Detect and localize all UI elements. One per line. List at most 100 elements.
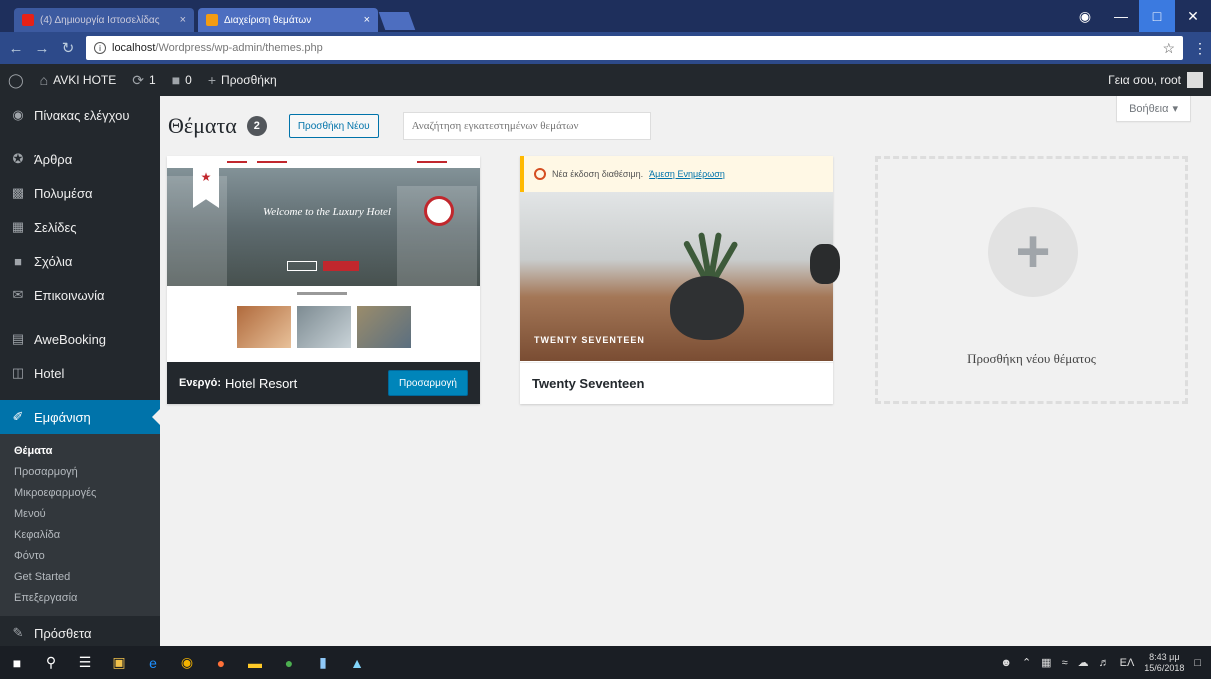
sidebar-item-label: Hotel (34, 365, 65, 381)
file-explorer-icon[interactable]: ▬ (238, 646, 272, 679)
wordpress-favicon-icon (206, 14, 218, 26)
sidebar-item-media[interactable]: ▩ Πολυμέσα (0, 176, 160, 210)
url-input[interactable]: i localhost/Wordpress/wp-admin/themes.ph… (86, 36, 1183, 60)
comments-link[interactable]: ■ 0 (164, 64, 200, 96)
close-icon[interactable]: × (364, 14, 370, 26)
main-content: Βοήθεια ▾ Θέματα 2 Προσθήκη Νέου Welcome… (160, 96, 1211, 646)
browser-tab-youtube[interactable]: (4) Δημιουργία Ιστοσελίδας × (14, 8, 194, 32)
submenu-item-background[interactable]: Φόντο (0, 545, 160, 566)
close-window-icon[interactable]: ✕ (1175, 0, 1211, 32)
language-indicator[interactable]: ΕΛ (1120, 657, 1135, 669)
submenu-item-customize[interactable]: Προσαρμογή (0, 461, 160, 482)
add-new-theme-card[interactable]: + Προσθήκη νέου θέματος (875, 156, 1188, 404)
wp-logo-button[interactable]: ◯ (0, 64, 32, 96)
tray-chevron-icon[interactable]: ⌃ (1022, 656, 1031, 669)
url-host: localhost (112, 42, 156, 54)
windows-start-icon[interactable]: ■ (0, 646, 34, 679)
network-icon[interactable]: ▦ (1041, 656, 1051, 669)
submenu-item-header[interactable]: Κεφαλίδα (0, 524, 160, 545)
hotel-resort-hero-image: Welcome to the Luxury Hotel (167, 156, 480, 286)
volume-icon[interactable]: ♬ (1099, 657, 1110, 669)
sidebar-item-plugins[interactable]: ✎ Πρόσθετα (0, 616, 160, 650)
screenshot-site-title: TWENTY SEVENTEEN (534, 335, 645, 345)
maximize-icon[interactable]: □ (1139, 0, 1175, 32)
forward-arrow-icon[interactable]: → (34, 40, 50, 57)
new-content-link[interactable]: + Προσθήκη (200, 64, 285, 96)
submenu-item-editor[interactable]: Επεξεργασία (0, 587, 160, 608)
update-notice: Νέα έκδοση διαθέσιμη. Άμεση Ενημέρωση (520, 156, 833, 192)
appearance-icon: ✐ (12, 409, 24, 424)
clock-date: 15/6/2018 (1144, 662, 1185, 673)
document-icon[interactable]: ▮ (306, 646, 340, 679)
app-blue-icon[interactable]: ▲ (340, 646, 374, 679)
theme-card-active[interactable]: Welcome to the Luxury Hotel Ενεργό: Hote… (167, 156, 480, 404)
back-arrow-icon[interactable]: ← (8, 40, 24, 57)
site-name-link[interactable]: ⌂ AVKI HOTE (32, 64, 125, 96)
sidebar-item-comments[interactable]: ■ Σχόλια (0, 244, 160, 278)
comment-bubble-icon: ■ (171, 72, 181, 88)
sidebar-item-contact[interactable]: ✉ Επικοινωνία (0, 278, 160, 312)
twenty-seventeen-screenshot[interactable]: TWENTY SEVENTEEN (520, 192, 840, 361)
new-tab-button[interactable] (378, 12, 416, 30)
store-icon[interactable]: ▣ (102, 646, 136, 679)
submenu-item-themes[interactable]: Θέματα (0, 440, 160, 461)
wordpress-logo-icon: ◯ (8, 71, 24, 88)
reload-icon[interactable]: ↻ (60, 39, 76, 57)
preview-menu-mark (257, 161, 287, 163)
sidebar-item-hotel[interactable]: ◫ Hotel (0, 356, 160, 390)
app-green-icon[interactable]: ● (272, 646, 306, 679)
customize-button[interactable]: Προσαρμογή (388, 370, 468, 396)
submenu-item-menus[interactable]: Μενού (0, 503, 160, 524)
search-themes-input[interactable] (402, 112, 651, 140)
sidebar-item-dashboard[interactable]: ◉ Πίνακας ελέγχου (0, 98, 160, 132)
sidebar-item-appearance[interactable]: ✐ Εμφάνιση (0, 400, 160, 434)
sidebar-item-awebooking[interactable]: ▤ AweBooking (0, 322, 160, 356)
onedrive-icon[interactable]: ☁ (1078, 656, 1089, 669)
browser-tab-themes[interactable]: Διαχείριση θεμάτων × (198, 8, 378, 32)
calendar-icon: ▤ (11, 331, 25, 346)
submenu-item-get-started[interactable]: Get Started (0, 566, 160, 587)
task-view-icon[interactable]: ☰ (68, 646, 102, 679)
close-icon[interactable]: × (180, 14, 186, 26)
updates-link[interactable]: ⟳ 1 (124, 64, 163, 96)
greeting-text: Γεια σου, root (1108, 73, 1181, 87)
minimize-icon[interactable]: — (1103, 0, 1139, 32)
clock[interactable]: 8:43 μμ 15/6/2018 (1144, 652, 1184, 674)
hero-red-button (323, 261, 359, 271)
search-icon[interactable]: ⚲ (34, 646, 68, 679)
my-account-link[interactable]: Γεια σου, root (1108, 72, 1211, 88)
active-theme-name: Hotel Resort (224, 375, 298, 391)
edge-icon[interactable]: e (136, 646, 170, 679)
chrome-icon[interactable]: ◉ (170, 646, 204, 679)
browser-menu-icon[interactable]: ⋮ (1193, 40, 1207, 57)
sidebar-item-posts[interactable]: ✪ Άρθρα (0, 142, 160, 176)
window-controls: ◉ — □ ✕ (1067, 0, 1211, 32)
new-content-label: Προσθήκη (221, 73, 277, 87)
site-name: AVKI HOTE (53, 73, 117, 87)
pin-icon: ✪ (12, 151, 24, 166)
plus-icon: + (207, 72, 217, 88)
sidebar-item-label: Εμφάνιση (34, 409, 91, 425)
notifications-icon[interactable]: □ (1194, 657, 1201, 669)
update-now-link[interactable]: Άμεση Ενημέρωση (649, 169, 725, 179)
firefox-icon[interactable]: ● (204, 646, 238, 679)
wifi-icon[interactable]: ≈ (1062, 657, 1068, 669)
preview-menu-mark (227, 161, 247, 163)
browser-tab-label: Διαχείριση θεμάτων (224, 14, 312, 26)
theme-card-twenty-seventeen[interactable]: Νέα έκδοση διαθέσιμη. Άμεση Ενημέρωση TW… (520, 156, 840, 404)
sidebar-item-label: Σελίδες (34, 219, 77, 235)
add-new-button[interactable]: Προσθήκη Νέου (288, 114, 379, 138)
theme-screenshot[interactable]: Welcome to the Luxury Hotel (167, 156, 480, 361)
people-icon[interactable]: ☻ (1000, 657, 1012, 669)
preview-menu-mark (417, 161, 447, 163)
submenu-item-widgets[interactable]: Μικροεφαρμογές (0, 482, 160, 503)
room-thumbnail (297, 306, 351, 348)
profile-icon[interactable]: ◉ (1067, 0, 1103, 32)
sidebar-item-pages[interactable]: ▦ Σελίδες (0, 210, 160, 244)
comments-icon: ■ (14, 253, 22, 269)
bookmark-star-icon[interactable]: ☆ (1162, 40, 1175, 57)
info-icon[interactable]: i (94, 42, 106, 54)
help-tab-button[interactable]: Βοήθεια ▾ (1116, 96, 1191, 122)
active-theme-caption: Ενεργό: Hotel Resort Προσαρμογή (167, 362, 480, 404)
plant-pot-shape (670, 276, 744, 340)
